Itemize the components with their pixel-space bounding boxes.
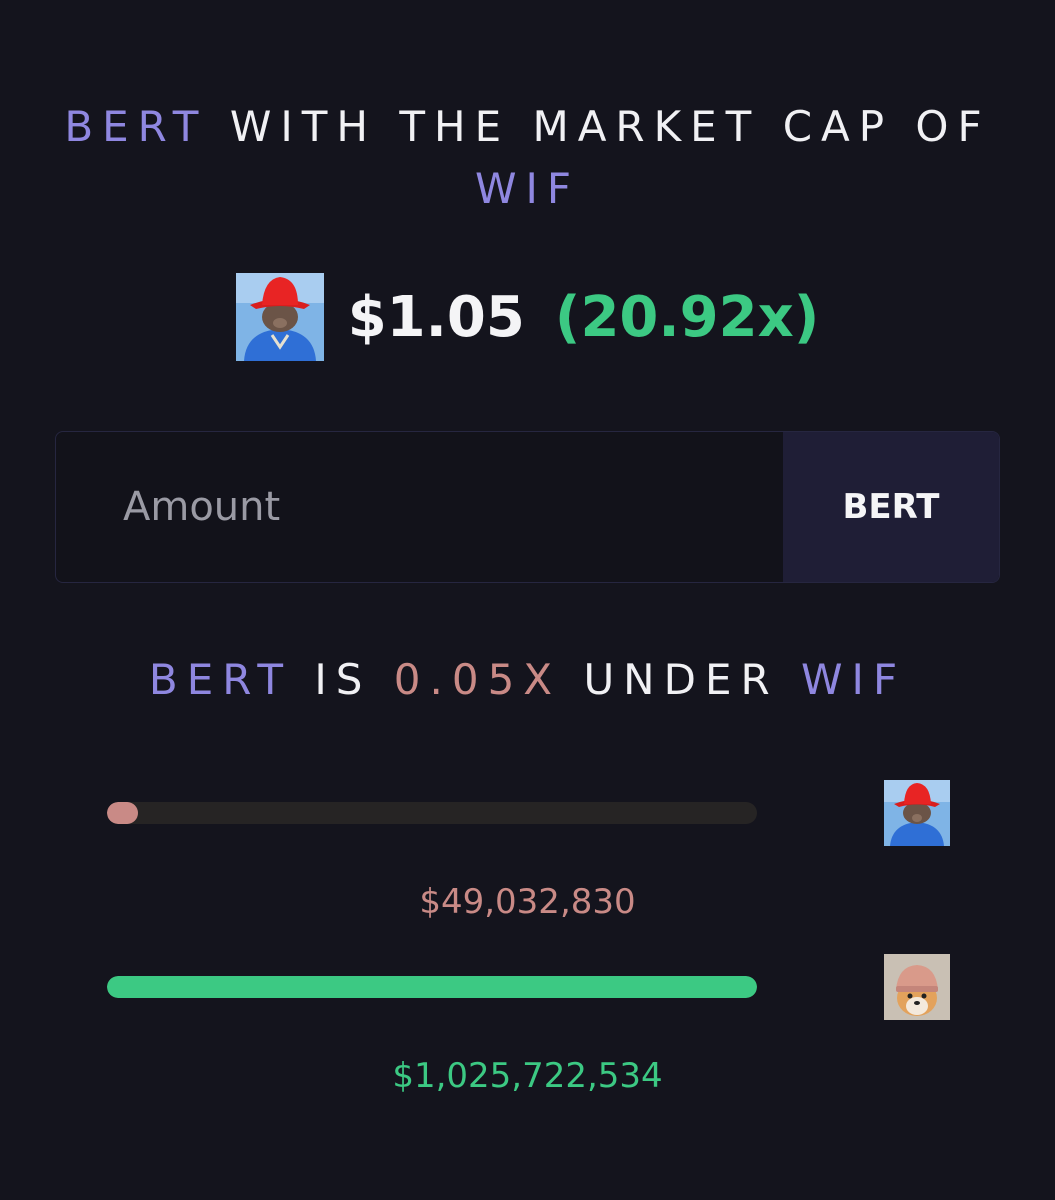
comparison-ratio: 0.05X bbox=[393, 655, 562, 704]
comparison-under: UNDER bbox=[583, 655, 779, 704]
wif-cap-bar bbox=[107, 954, 950, 1020]
amount-field: BERT bbox=[55, 431, 1000, 583]
wif-cap-fill bbox=[107, 976, 757, 998]
bert-avatar-icon bbox=[884, 780, 950, 846]
bert-cap-track bbox=[107, 802, 757, 824]
comparison-summary: BERT IS 0.05X UNDER WIF bbox=[0, 655, 1055, 704]
bert-market-cap: $49,032,830 bbox=[419, 882, 636, 922]
bert-cap-bar bbox=[107, 780, 950, 846]
price-row: $1.05 (20.92x) bbox=[0, 272, 1055, 362]
amount-input[interactable] bbox=[56, 432, 783, 582]
price-value: $1.05 bbox=[347, 284, 525, 350]
price-multiple: (20.92x) bbox=[554, 284, 820, 350]
page-title: BERT WITH THE MARKET CAP OF WIF bbox=[0, 96, 1055, 220]
headline-target: WIF bbox=[474, 164, 581, 213]
headline-middle: WITH THE MARKET CAP OF bbox=[229, 102, 991, 151]
wif-cap-track bbox=[107, 976, 757, 998]
headline-token: BERT bbox=[64, 102, 208, 151]
comparison-is: IS bbox=[314, 655, 372, 704]
token-selector[interactable]: BERT bbox=[783, 432, 999, 582]
comparison-target: WIF bbox=[801, 655, 907, 704]
page: BERT WITH THE MARKET CAP OF WIF $1.05 (2… bbox=[0, 0, 1055, 1200]
comparison-token: BERT bbox=[148, 655, 293, 704]
bert-avatar-icon bbox=[235, 273, 324, 361]
wif-avatar-icon bbox=[884, 954, 950, 1020]
bert-cap-fill bbox=[107, 802, 139, 824]
wif-market-cap: $1,025,722,534 bbox=[392, 1056, 663, 1096]
